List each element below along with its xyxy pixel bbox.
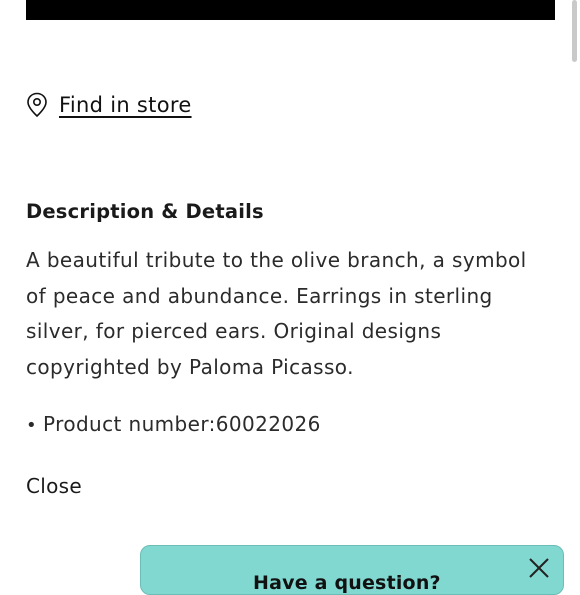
- product-number-text: Product number:60022026: [43, 412, 321, 436]
- bullet-icon: •: [26, 415, 38, 436]
- description-details-heading: Description & Details: [26, 200, 264, 223]
- top-action-bar[interactable]: [26, 0, 555, 20]
- scrollbar-thumb[interactable]: [572, 0, 577, 62]
- find-in-store-link[interactable]: Find in store: [26, 92, 192, 118]
- close-icon[interactable]: [527, 556, 551, 580]
- product-number-item: • Product number:60022026: [26, 412, 321, 436]
- product-description: A beautiful tribute to the olive branch,…: [26, 248, 527, 379]
- chat-widget-title: Have a question?: [253, 572, 441, 594]
- find-in-store-label: Find in store: [59, 93, 192, 117]
- close-button[interactable]: Close: [26, 474, 82, 498]
- chat-widget[interactable]: Have a question?: [140, 545, 564, 595]
- location-pin-icon: [27, 92, 47, 118]
